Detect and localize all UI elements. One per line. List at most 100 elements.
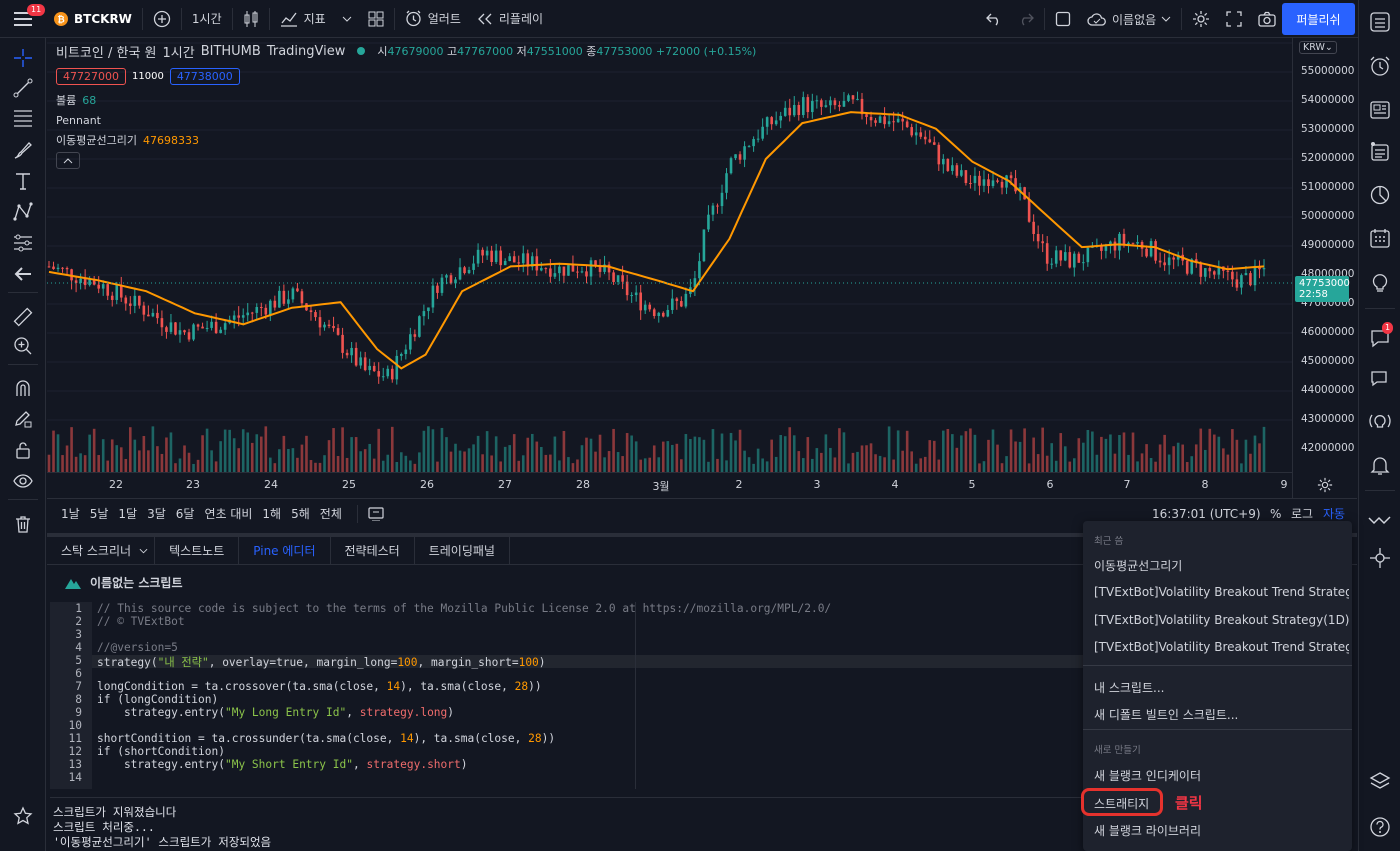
snapshot-button[interactable] — [1250, 0, 1284, 38]
range-button[interactable]: 1달 — [113, 505, 142, 522]
currency-button[interactable]: KRW⌄ — [1299, 41, 1337, 54]
range-button[interactable]: 6달 — [171, 505, 200, 522]
volume-bar — [97, 455, 100, 472]
script-title[interactable]: 이름없는 스크립트 — [64, 574, 183, 591]
fullscreen-select-button[interactable] — [1047, 0, 1079, 38]
range-button[interactable]: 1해 — [257, 505, 286, 522]
candle-body — [1163, 262, 1166, 266]
calendar-button[interactable] — [1368, 226, 1392, 250]
ma-legend[interactable]: 이동평균선그리기 47698333 — [56, 132, 756, 148]
percent-toggle[interactable]: % — [1265, 507, 1286, 521]
delete-tool[interactable] — [11, 512, 35, 536]
fullscreen-button[interactable] — [1218, 0, 1250, 38]
layouts-button[interactable] — [360, 0, 392, 38]
layout-name-button[interactable]: 이름없음 — [1079, 0, 1179, 38]
volume-legend[interactable]: 볼륨 68 — [56, 92, 756, 108]
timezone-button[interactable]: 16:37:01 (UTC+9) — [1147, 507, 1266, 521]
candle-body — [657, 312, 661, 317]
public-chats-button[interactable] — [1368, 367, 1392, 391]
menu-item-recent-script[interactable]: [TVExtBot]Volatility Breakout Trend Stra… — [1094, 585, 1349, 599]
buy-button[interactable]: 47738000 — [169, 67, 240, 85]
text-tool[interactable] — [11, 169, 35, 193]
notifications-button[interactable] — [1368, 453, 1392, 477]
date-range-icon[interactable] — [368, 506, 384, 521]
candle-body — [1136, 241, 1139, 244]
tab-stock-screener[interactable]: 스탁 스크리너 — [47, 537, 156, 564]
back-tool[interactable] — [11, 262, 35, 286]
symbol-search[interactable]: ₿ BTCKRW — [46, 0, 140, 38]
range-button[interactable]: 연초 대비 — [199, 505, 257, 522]
range-button[interactable]: 5날 — [85, 505, 114, 522]
menu-item-recent-script[interactable]: 이동평균선그리기 — [1094, 557, 1349, 574]
menu-item-recent-script[interactable]: [TVExtBot]Volatility Breakout Trend Stra… — [1094, 640, 1349, 654]
ruler-tool[interactable] — [11, 305, 35, 329]
help-button[interactable] — [1368, 815, 1392, 839]
open-value: 47679000 — [387, 45, 444, 58]
publish-button[interactable]: 퍼블리쉬 — [1282, 3, 1355, 35]
trend-line-tool[interactable] — [11, 76, 35, 100]
plus-circle-icon — [153, 10, 171, 27]
pattern-legend[interactable]: Pennant — [56, 112, 756, 128]
axis-settings-gear-icon[interactable] — [1317, 477, 1333, 493]
indicators-dropdown[interactable] — [334, 0, 360, 38]
menu-item-new-library[interactable]: 새 블랭크 라이브러리 — [1094, 822, 1349, 839]
volume-bar — [250, 442, 254, 472]
range-button[interactable]: 1날 — [56, 505, 85, 522]
dom-button[interactable] — [1368, 508, 1392, 532]
indicators-button[interactable]: 지표 — [272, 0, 334, 38]
menu-item-new-default-script[interactable]: 새 디폴트 빌트인 스크립트... — [1094, 706, 1349, 723]
time-axis[interactable]: 22 23 24 25 26 27 28 3월 2 3 4 5 6 7 8 9 — [47, 472, 1333, 496]
streams-button[interactable] — [1368, 409, 1392, 433]
tab-pine-editor[interactable]: Pine 에디터 — [239, 537, 331, 564]
alert-button[interactable]: 얼러트 — [397, 0, 469, 38]
log-toggle[interactable]: 로그 — [1286, 505, 1318, 522]
news-button[interactable] — [1368, 98, 1392, 122]
menu-item-recent-script[interactable]: [TVExtBot]Volatility Breakout Strategy(1… — [1094, 613, 1349, 627]
menu-item-new-indicator[interactable]: 새 블랭크 인디케이터 — [1094, 767, 1349, 784]
prediction-tool[interactable] — [11, 231, 35, 255]
code-line: longCondition = ta.crossover(ta.sma(clos… — [97, 680, 542, 693]
pattern-tool[interactable] — [11, 200, 35, 224]
sell-button[interactable]: 47727000 — [56, 67, 126, 85]
settings-button[interactable] — [1184, 0, 1218, 38]
range-button[interactable]: 5해 — [286, 505, 315, 522]
hide-drawings-tool[interactable] — [11, 469, 35, 493]
brush-tool[interactable] — [11, 138, 35, 162]
favorites-tool[interactable] — [11, 804, 35, 828]
main-menu-button[interactable]: 11 — [0, 0, 46, 38]
collapse-legend-button[interactable] — [56, 152, 80, 169]
tab-strategy-tester[interactable]: 전략테스터 — [331, 537, 415, 564]
lock-all-tool[interactable] — [11, 438, 35, 462]
magnet-tool[interactable] — [11, 376, 35, 400]
alerts-button[interactable] — [1368, 54, 1392, 78]
candle-body — [472, 263, 475, 270]
buy-sell-row: 47727000 11000 47738000 — [56, 66, 756, 86]
undo-button[interactable] — [978, 0, 1010, 38]
hotlist-button[interactable] — [1368, 183, 1392, 207]
range-button[interactable]: 전체 — [315, 505, 347, 522]
tab-text-notes[interactable]: 텍스트노트 — [155, 537, 240, 564]
range-button[interactable]: 3달 — [142, 505, 171, 522]
crosshair-tool[interactable] — [11, 46, 35, 70]
redo-button[interactable] — [1010, 0, 1042, 38]
compare-button[interactable] — [145, 0, 179, 38]
volume-bar — [589, 438, 593, 472]
tab-trading-panel[interactable]: 트레이딩패널 — [415, 537, 510, 564]
watchlist-button[interactable] — [1368, 10, 1392, 34]
price-axis[interactable]: KRW⌄ 55000000 54000000 53000000 52000000 510… — [1292, 38, 1356, 498]
volume-bar — [666, 441, 670, 472]
layers-button[interactable] — [1368, 770, 1392, 794]
trading-button[interactable] — [1368, 546, 1392, 570]
zoom-tool[interactable] — [11, 334, 35, 358]
candle-body — [467, 269, 471, 274]
menu-item-my-scripts[interactable]: 내 스크립트... — [1094, 679, 1349, 696]
interval-button[interactable]: 1시간 — [184, 0, 230, 38]
fib-tool[interactable] — [11, 106, 35, 130]
lock-drawing-tool[interactable] — [11, 407, 35, 431]
auto-toggle[interactable]: 자동 — [1318, 505, 1350, 522]
data-window-button[interactable] — [1368, 140, 1392, 164]
replay-button[interactable]: 리플레이 — [469, 0, 551, 38]
candle-body — [1014, 178, 1017, 192]
chart-type-button[interactable] — [235, 0, 267, 38]
ideas-button[interactable] — [1368, 270, 1392, 294]
